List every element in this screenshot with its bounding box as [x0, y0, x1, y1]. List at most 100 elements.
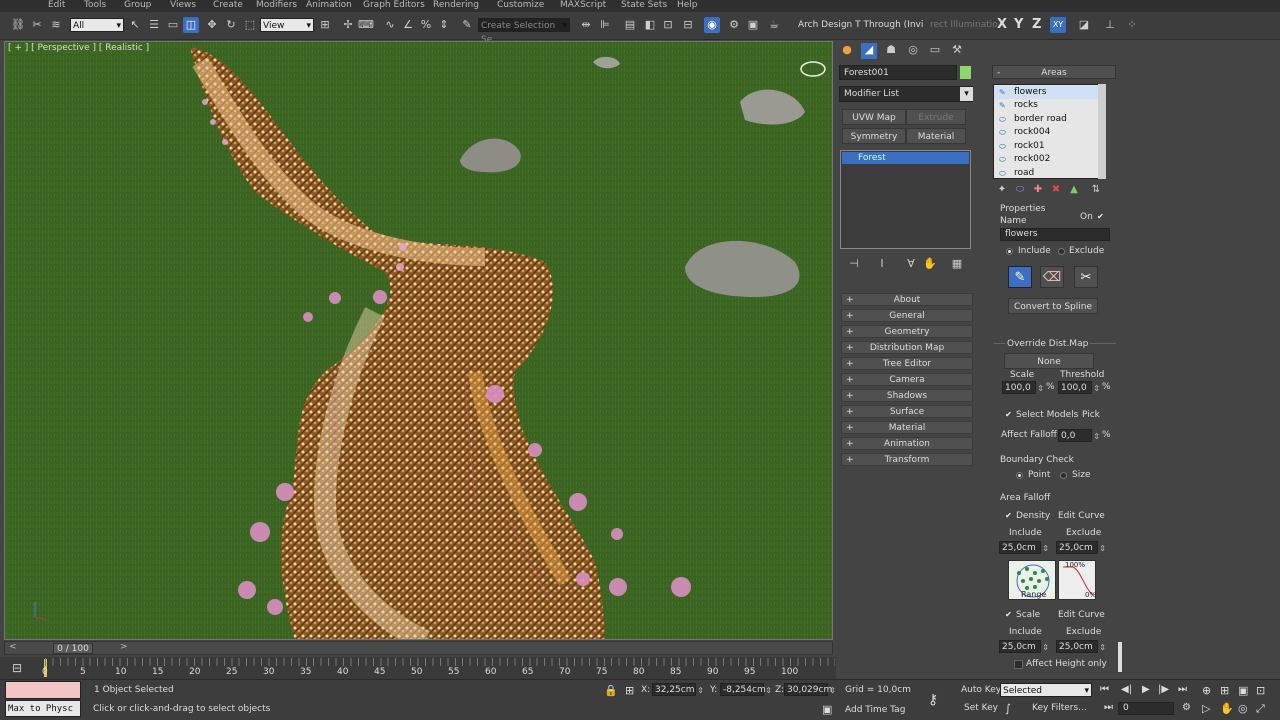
areas-rollout-header[interactable]: Areas -: [992, 65, 1116, 79]
percent-snap-icon[interactable]: %: [418, 17, 434, 33]
point-radio[interactable]: [1016, 472, 1023, 479]
material-editor-icon[interactable]: ◉: [704, 17, 720, 33]
keyboard-shortcut-icon[interactable]: ⌨: [358, 17, 374, 33]
area-item-rock002[interactable]: ⬭ rock002: [994, 153, 1098, 166]
extrude-button[interactable]: Extrude: [906, 109, 966, 125]
select-manipulate-icon[interactable]: ✢: [340, 17, 356, 33]
scale-include-spinner[interactable]: 25,0cm: [999, 640, 1049, 654]
x-coordinate-field[interactable]: 32,25cm: [652, 683, 704, 697]
unlink-icon[interactable]: ✂: [29, 17, 45, 33]
area-name-field[interactable]: flowers: [1000, 228, 1110, 241]
delete-area-icon[interactable]: ✖: [1048, 182, 1064, 198]
time-tag-icon[interactable]: ▣: [822, 703, 832, 716]
rollout-general[interactable]: + General: [841, 309, 973, 322]
zoom-extents-icon[interactable]: ▣: [1238, 684, 1248, 697]
menu-tools[interactable]: Tools: [84, 0, 106, 10]
threshold-spinner[interactable]: 100,0: [1058, 381, 1100, 395]
object-name-field[interactable]: Forest001: [839, 65, 957, 80]
eraser-icon[interactable]: ⌫: [1040, 266, 1064, 288]
schematic-view-icon[interactable]: ⊟: [680, 17, 696, 33]
dock-icon[interactable]: ⁘: [1124, 17, 1140, 33]
pivot-center-icon[interactable]: ⊞: [317, 17, 333, 33]
prev-frame-icon[interactable]: <: [9, 642, 17, 652]
symmetry-button[interactable]: Symmetry: [842, 128, 906, 144]
density-checkbox[interactable]: ✔: [1004, 512, 1013, 521]
areas-panel-scrollbar[interactable]: [1118, 642, 1122, 672]
select-move-icon[interactable]: ✥: [204, 17, 220, 33]
edit-curve-button[interactable]: Edit Curve: [1058, 511, 1105, 521]
render-setup-icon[interactable]: ⚙: [726, 17, 742, 33]
viewport-label[interactable]: [ + ] [ Perspective ] [ Realistic ]: [8, 43, 149, 53]
menu-graph-editors[interactable]: Graph Editors: [363, 0, 425, 10]
z-coordinate-field[interactable]: 30,029cm: [784, 683, 836, 697]
show-end-result-icon[interactable]: I: [874, 257, 890, 273]
area-item-rock01[interactable]: ⬭ rock01: [994, 140, 1098, 153]
material-button[interactable]: Material: [906, 128, 966, 144]
menu-animation[interactable]: Animation: [306, 0, 352, 10]
selection-filter-dropdown[interactable]: All: [70, 18, 124, 33]
none-map-button[interactable]: None: [1004, 353, 1094, 369]
hierarchy-tab-icon[interactable]: ☗: [883, 43, 899, 59]
exclude-radio[interactable]: [1058, 248, 1065, 255]
clear-paint-icon[interactable]: ✂: [1074, 266, 1098, 288]
scale-falloff-checkbox[interactable]: ✔: [1004, 611, 1013, 620]
mirror-icon[interactable]: ⇹: [578, 17, 594, 33]
modifier-list-dropdown[interactable]: Modifier List: [839, 86, 973, 102]
menu-customize[interactable]: Customize: [497, 0, 544, 10]
menu-rendering[interactable]: Rendering: [433, 0, 479, 10]
rendered-frame-window-icon[interactable]: ▣: [745, 17, 761, 33]
modifier-stack-item[interactable]: Forest: [842, 152, 969, 164]
move-area-icon[interactable]: ⇅: [1088, 182, 1104, 198]
menu-group[interactable]: Group: [124, 0, 151, 10]
current-frame-field[interactable]: 0: [1118, 702, 1174, 715]
pick-button[interactable]: Pick: [1082, 410, 1100, 420]
set-key-button[interactable]: Set Key: [964, 703, 998, 713]
rollout-transform[interactable]: + Transform: [841, 453, 973, 466]
extras-icon[interactable]: ⊥: [1102, 17, 1118, 33]
remove-modifier-icon[interactable]: ✋: [922, 257, 938, 273]
select-scale-icon[interactable]: ⬚: [242, 17, 258, 33]
areas-list[interactable]: ✎ flowers ✎ rocks ⬭ border road ⬭ rock004 ⬭ r…: [993, 84, 1105, 179]
menu-create[interactable]: Create: [213, 0, 243, 10]
menu-maxscript[interactable]: MAXScript: [560, 0, 606, 10]
zoom-all-icon[interactable]: ⊞: [1220, 684, 1229, 697]
timeline[interactable]: ⊟ 0 5 10 15 20 25 30 35 40 45 50 55 60 6…: [0, 657, 836, 679]
motion-tab-icon[interactable]: ◎: [905, 43, 921, 59]
maximize-viewport-icon[interactable]: ⤢: [1256, 702, 1265, 716]
axis-constraint-icon[interactable]: ◪: [1076, 17, 1092, 33]
menu-views[interactable]: Views: [170, 0, 196, 10]
perspective-viewport[interactable]: [4, 41, 833, 640]
select-object-icon[interactable]: ↖: [127, 17, 143, 33]
density-include-spinner[interactable]: 25,0cm: [999, 541, 1049, 555]
bind-space-warp-icon[interactable]: ≋: [48, 17, 64, 33]
areas-list-scrollbar[interactable]: [1098, 84, 1106, 179]
key-mode-icon[interactable]: ⚷: [928, 692, 938, 708]
select-rotate-icon[interactable]: ↻: [223, 17, 239, 33]
auto-key-button[interactable]: Auto Key: [961, 685, 1001, 695]
time-slider[interactable]: < 0 / 100 >: [4, 641, 833, 655]
area-item-rocks[interactable]: ✎ rocks: [994, 99, 1098, 112]
layer-manager-icon[interactable]: ▤: [622, 17, 638, 33]
modify-tab-icon[interactable]: ◢: [861, 43, 877, 59]
modifier-list-arrow-icon[interactable]: ▾: [960, 87, 973, 101]
next-frame-icon[interactable]: >: [120, 642, 128, 652]
rollout-shadows[interactable]: + Shadows: [841, 389, 973, 402]
utilities-tab-icon[interactable]: ⚒: [949, 43, 965, 59]
pin-stack-icon[interactable]: ⊣: [846, 257, 862, 273]
edit-named-selection-icon[interactable]: ✎: [459, 17, 475, 33]
key-mode-toggle-icon[interactable]: ⏭: [1104, 702, 1113, 713]
object-color-swatch[interactable]: [960, 66, 971, 79]
area-item-flowers[interactable]: ✎ flowers: [994, 86, 1098, 99]
go-to-end-icon[interactable]: ⏭: [1178, 684, 1187, 695]
time-slider-thumb[interactable]: 0 / 100: [53, 643, 93, 654]
rollout-camera[interactable]: + Camera: [841, 373, 973, 386]
zoom-icon[interactable]: ⊕: [1202, 684, 1211, 697]
convert-to-spline-button[interactable]: Convert to Spline: [1008, 298, 1098, 314]
menu-edit[interactable]: Edit: [48, 0, 65, 10]
make-unique-icon[interactable]: ∀: [903, 257, 919, 273]
add-time-tag-button[interactable]: Add Time Tag: [845, 705, 905, 715]
density-exclude-spinner[interactable]: 25,0cm: [1056, 541, 1106, 555]
spinner-snap-icon[interactable]: ⇕: [436, 17, 452, 33]
add-spline-area-icon[interactable]: ⬭: [1012, 182, 1028, 198]
selection-lock-icon[interactable]: 🔒: [604, 684, 618, 697]
